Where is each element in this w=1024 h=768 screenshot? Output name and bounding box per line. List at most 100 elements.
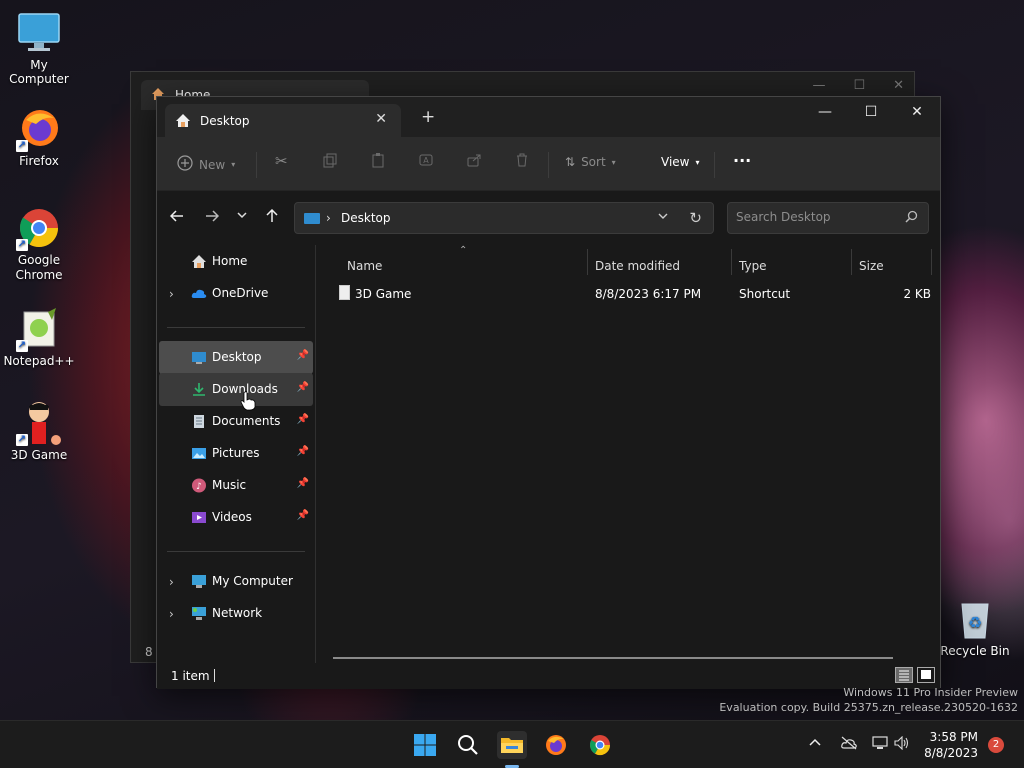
plus-circle-icon bbox=[177, 155, 193, 174]
title-bar[interactable]: Desktop ✕ + — ☐ ✕ bbox=[157, 97, 940, 137]
pin-icon[interactable]: 📌 bbox=[297, 350, 309, 361]
column-separator[interactable] bbox=[587, 249, 588, 275]
share-icon[interactable] bbox=[466, 152, 482, 168]
tab-close-icon[interactable]: ✕ bbox=[375, 111, 387, 127]
desktop-icon-firefox[interactable]: ↗ Firefox bbox=[0, 106, 78, 168]
column-separator[interactable] bbox=[731, 249, 732, 275]
column-separator[interactable] bbox=[931, 249, 932, 275]
pane-splitter[interactable] bbox=[315, 245, 316, 665]
file-date-modified: 8/8/2023 6:17 PM bbox=[595, 287, 702, 301]
back-arrow-icon[interactable] bbox=[169, 209, 184, 227]
start-button[interactable] bbox=[410, 731, 440, 759]
sidebar-item-downloads[interactable]: Downloads 📌 bbox=[159, 373, 313, 406]
maximize-icon[interactable]: ☐ bbox=[853, 78, 865, 93]
close-button[interactable]: ✕ bbox=[894, 97, 940, 127]
svg-text:♻: ♻ bbox=[968, 613, 982, 632]
pin-icon[interactable]: 📌 bbox=[297, 382, 309, 393]
sidebar-item-my-computer[interactable]: › My Computer bbox=[159, 565, 313, 598]
notification-badge[interactable]: 2 bbox=[988, 737, 1004, 753]
view-button[interactable]: View ▾ bbox=[661, 155, 700, 169]
sidebar-item-network[interactable]: › Network bbox=[159, 597, 313, 630]
firefox-icon: ↗ bbox=[16, 106, 62, 152]
copy-icon[interactable] bbox=[322, 152, 338, 168]
maximize-button[interactable]: ☐ bbox=[848, 97, 894, 127]
taskbar-file-explorer[interactable] bbox=[497, 731, 527, 759]
sidebar-item-music[interactable]: ♪ Music 📌 bbox=[159, 469, 313, 502]
delete-icon[interactable] bbox=[514, 152, 530, 168]
sidebar-item-desktop[interactable]: Desktop 📌 bbox=[159, 341, 313, 374]
new-tab-button[interactable]: + bbox=[421, 109, 435, 126]
chevron-down-icon: ▾ bbox=[695, 157, 700, 167]
address-dropdown-icon[interactable] bbox=[657, 210, 669, 225]
minimize-icon[interactable]: — bbox=[812, 78, 825, 93]
show-hidden-icons-chevron[interactable] bbox=[808, 736, 822, 754]
search-box[interactable] bbox=[727, 202, 929, 234]
more-options-button[interactable]: ··· bbox=[733, 151, 751, 170]
search-icon bbox=[458, 735, 478, 755]
recent-locations-chevron-icon[interactable] bbox=[236, 209, 248, 225]
search-icon bbox=[905, 210, 918, 227]
up-arrow-icon[interactable] bbox=[265, 208, 279, 227]
onedrive-offline-icon[interactable] bbox=[840, 736, 858, 754]
cut-icon[interactable]: ✂ bbox=[275, 152, 288, 170]
refresh-icon[interactable]: ↻ bbox=[689, 209, 702, 227]
sidebar-item-documents[interactable]: Documents 📌 bbox=[159, 405, 313, 438]
details-view-button[interactable] bbox=[895, 667, 913, 683]
file-type: Shortcut bbox=[739, 287, 791, 301]
close-icon[interactable]: ✕ bbox=[893, 78, 904, 93]
desktop-icon-notepadpp[interactable]: ↗ Notepad++ bbox=[0, 306, 78, 368]
chevron-right-icon[interactable]: › bbox=[169, 287, 174, 301]
minimize-button[interactable]: — bbox=[802, 97, 848, 127]
column-header-date-modified[interactable]: Date modified bbox=[595, 259, 680, 273]
desktop-icon-my-computer[interactable]: My Computer bbox=[0, 10, 78, 86]
game-character-icon: ↗ bbox=[16, 400, 62, 446]
file-explorer-window[interactable]: Desktop ✕ + — ☐ ✕ New ▾ ✂ A ⇅ Sort ▾ Vie… bbox=[156, 96, 941, 689]
network-icon bbox=[191, 606, 207, 621]
sidebar-item-label: Pictures bbox=[212, 446, 260, 460]
sort-button-label: Sort bbox=[581, 155, 606, 169]
pin-icon[interactable]: 📌 bbox=[297, 478, 309, 489]
column-header-size[interactable]: Size bbox=[859, 259, 884, 273]
large-icons-view-button[interactable] bbox=[917, 667, 935, 683]
taskbar-chrome[interactable] bbox=[585, 731, 615, 759]
watermark-line: Evaluation copy. Build 25375.zn_release.… bbox=[719, 701, 1018, 714]
column-header-name[interactable]: Name bbox=[347, 259, 382, 273]
sidebar-item-videos[interactable]: Videos 📌 bbox=[159, 501, 313, 534]
pin-icon[interactable]: 📌 bbox=[297, 446, 309, 457]
forward-arrow-icon[interactable] bbox=[205, 209, 220, 227]
tab-desktop[interactable]: Desktop ✕ bbox=[165, 104, 401, 137]
chevron-right-icon[interactable]: › bbox=[169, 575, 174, 589]
sidebar-item-pictures[interactable]: Pictures 📌 bbox=[159, 437, 313, 470]
desktop-icon-3d-game[interactable]: ↗ 3D Game bbox=[0, 400, 78, 462]
network-status-icon[interactable] bbox=[872, 736, 888, 754]
sidebar-item-home[interactable]: Home bbox=[159, 245, 313, 278]
breadcrumb-desktop[interactable]: Desktop bbox=[341, 211, 391, 225]
chevron-down-icon: ▾ bbox=[231, 160, 236, 169]
volume-icon[interactable] bbox=[894, 735, 910, 754]
table-row[interactable]: 3D Game 8/8/2023 6:17 PM Shortcut 2 KB bbox=[325, 281, 931, 307]
taskbar-search-button[interactable] bbox=[453, 731, 483, 759]
desktop-icon-label: 3D Game bbox=[10, 448, 68, 462]
svg-text:A: A bbox=[423, 156, 429, 165]
paste-icon[interactable] bbox=[370, 152, 386, 168]
shortcut-arrow-icon: ↗ bbox=[16, 340, 28, 352]
rename-icon[interactable]: A bbox=[418, 152, 434, 168]
sort-button[interactable]: ⇅ Sort ▾ bbox=[565, 155, 616, 169]
chevron-right-icon[interactable]: › bbox=[169, 607, 174, 621]
system-clock[interactable]: 3:58 PM 8/8/2023 bbox=[910, 729, 978, 761]
column-header-type[interactable]: Type bbox=[739, 259, 767, 273]
desktop-icon-chrome[interactable]: ↗ Google Chrome bbox=[0, 205, 78, 283]
taskbar-firefox[interactable] bbox=[541, 731, 571, 759]
new-button[interactable]: New ▾ bbox=[177, 155, 235, 174]
pin-icon[interactable]: 📌 bbox=[297, 414, 309, 425]
column-separator[interactable] bbox=[851, 249, 852, 275]
address-bar[interactable]: › Desktop ↻ bbox=[294, 202, 714, 234]
desktop-icon-recycle-bin[interactable]: ♻ Recycle Bin bbox=[936, 596, 1014, 658]
sidebar-item-onedrive[interactable]: › OneDrive bbox=[159, 277, 313, 310]
search-input[interactable] bbox=[736, 210, 896, 224]
document-icon bbox=[191, 414, 207, 429]
sort-ascending-icon: ⌃ bbox=[459, 245, 468, 256]
horizontal-scrollbar[interactable] bbox=[333, 657, 893, 659]
folder-icon bbox=[501, 738, 523, 753]
pin-icon[interactable]: 📌 bbox=[297, 510, 309, 521]
